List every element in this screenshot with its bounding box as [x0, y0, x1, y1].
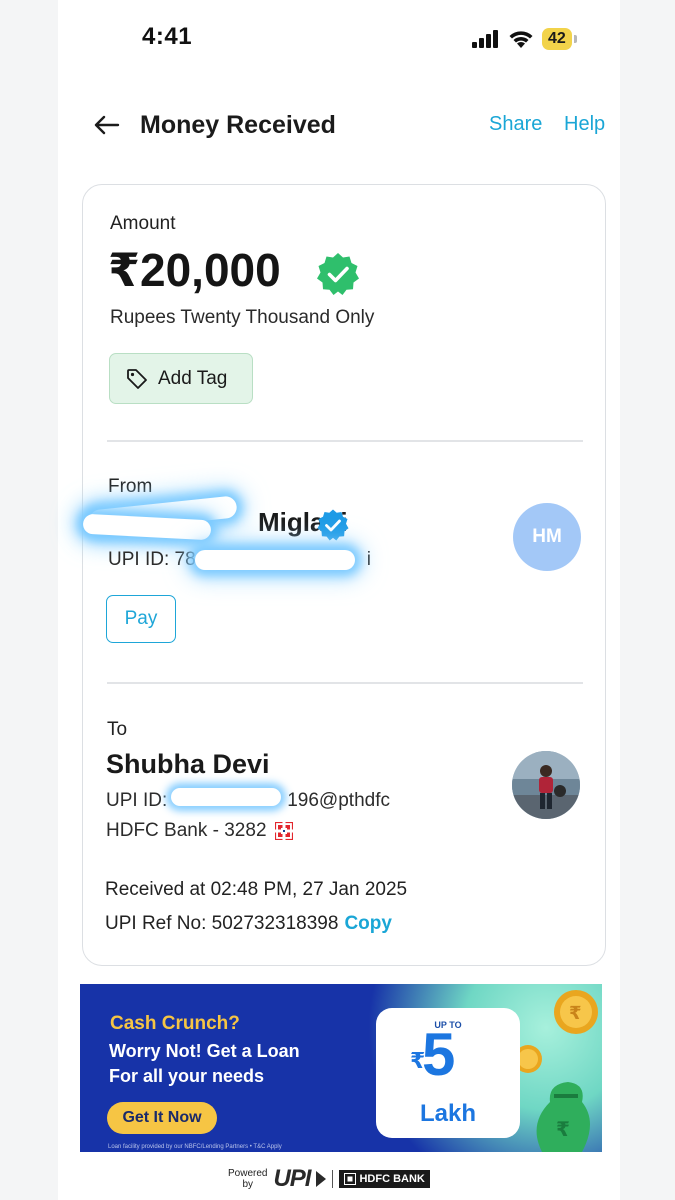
loan-amount-card: UP TO ₹ 5 Lakh	[376, 1008, 520, 1138]
copy-ref-button[interactable]: Copy	[344, 913, 392, 934]
add-tag-button[interactable]: Add Tag	[109, 353, 253, 404]
receiver-bank: HDFC Bank - 3282	[106, 820, 293, 842]
to-label: To	[107, 719, 128, 740]
footer-separator	[332, 1170, 334, 1188]
upi-logo-icon	[316, 1171, 327, 1187]
sender-upi-suffix: i	[366, 549, 372, 570]
svg-text:₹: ₹	[569, 1003, 582, 1024]
loan-promo-banner[interactable]: Cash Crunch? Worry Not! Get a Loan For a…	[80, 984, 602, 1152]
share-link[interactable]: Share	[489, 113, 542, 136]
powered-text: Powered	[228, 1168, 268, 1179]
pay-button[interactable]: Pay	[106, 595, 176, 643]
back-arrow-icon[interactable]	[92, 110, 122, 140]
upi-logo: UPI	[273, 1165, 311, 1192]
receiver-upi-prefix: UPI ID:	[106, 790, 168, 811]
loan-unit: Lakh	[419, 1100, 476, 1127]
receiver-bank-label: HDFC Bank - 3282	[106, 820, 267, 841]
hdfc-mark-icon	[344, 1173, 357, 1185]
by-text: by	[242, 1179, 254, 1190]
page-title: Money Received	[140, 111, 336, 139]
tag-icon	[127, 368, 147, 389]
hdfc-bank-label: HDFC BANK	[359, 1173, 425, 1185]
received-timestamp: Received at 02:48 PM, 27 Jan 2025	[105, 879, 408, 900]
receiver-upi-suffix: 196@pthdfc	[287, 790, 390, 811]
help-link[interactable]: Help	[564, 113, 605, 136]
banner-line-2: For all your needs	[109, 1066, 265, 1086]
sender-avatar: HM	[513, 503, 581, 571]
amount-value: ₹20,000	[108, 244, 281, 296]
divider	[107, 440, 583, 442]
battery-indicator: 42	[542, 28, 577, 50]
divider	[107, 682, 583, 684]
powered-by-label: Powered by	[228, 1168, 267, 1190]
verified-badge-icon	[317, 253, 359, 295]
coins-money-bag-icon: ₹ ₹	[520, 990, 598, 1152]
get-it-now-button[interactable]: Get It Now	[107, 1102, 217, 1134]
upi-reference: UPI Ref No: 502732318398 Copy	[105, 913, 392, 935]
verified-badge-icon	[317, 509, 349, 541]
app-header: Money Received Share Help	[92, 108, 612, 148]
banner-headline: Cash Crunch?	[110, 1013, 240, 1034]
person-photo-icon	[512, 751, 580, 819]
banner-line-1: Worry Not! Get a Loan	[109, 1041, 300, 1061]
status-icons: 42	[472, 28, 577, 50]
add-tag-label: Add Tag	[158, 367, 228, 389]
banner-fine-print: Loan facility provided by our NBFC/Lendi…	[108, 1144, 282, 1150]
transaction-card: Amount ₹20,000 Rupees Twenty Thousand On…	[82, 184, 606, 966]
hdfc-bank-logo: HDFC BANK	[339, 1170, 430, 1188]
amount-in-words: Rupees Twenty Thousand Only	[110, 307, 375, 328]
hdfc-logo-icon	[274, 822, 293, 840]
from-label: From	[108, 476, 153, 497]
signal-icon	[472, 30, 498, 48]
receiver-name: Shubha Devi	[106, 749, 270, 779]
receiver-avatar	[512, 751, 580, 819]
status-time: 4:41	[142, 23, 193, 50]
powered-by-footer: Powered by UPI HDFC BANK	[228, 1165, 430, 1193]
redaction-mark	[195, 550, 355, 570]
upi-reference-value: UPI Ref No: 502732318398	[105, 913, 339, 934]
wifi-icon	[509, 31, 533, 48]
redaction-mark	[171, 788, 281, 806]
svg-text:₹: ₹	[556, 1117, 570, 1141]
amount-label: Amount	[110, 213, 176, 234]
loan-amount: 5	[422, 1021, 456, 1088]
